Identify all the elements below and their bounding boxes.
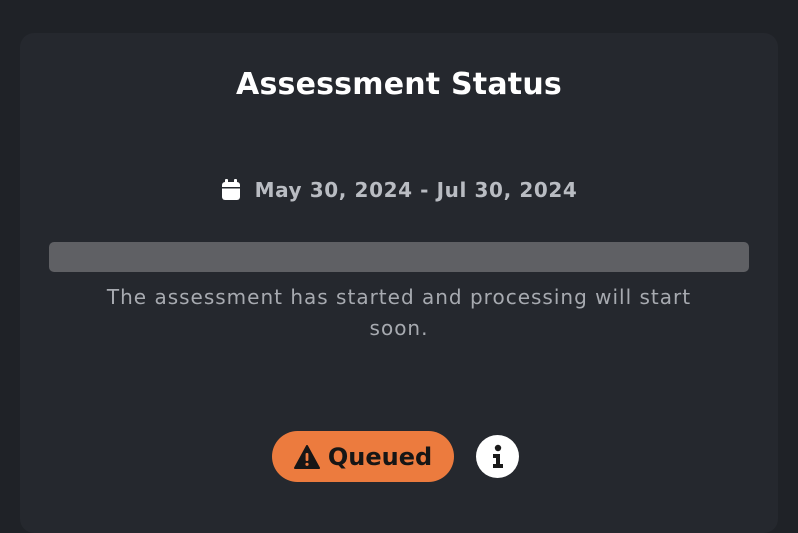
assessment-status-card: Assessment Status May 30, 2024 - Jul 30,… [20, 33, 778, 533]
date-range: May 30, 2024 - Jul 30, 2024 [20, 176, 778, 204]
status-label: Queued [327, 442, 433, 471]
progress-bar [49, 242, 749, 272]
date-range-text: May 30, 2024 - Jul 30, 2024 [254, 178, 578, 202]
status-badge: Queued [272, 431, 454, 482]
info-button[interactable] [476, 435, 519, 478]
status-message: The assessment has started and processin… [106, 285, 692, 340]
calendar-icon [221, 179, 241, 201]
card-title: Assessment Status [236, 67, 562, 102]
warning-icon [293, 444, 320, 469]
info-icon [489, 444, 507, 470]
